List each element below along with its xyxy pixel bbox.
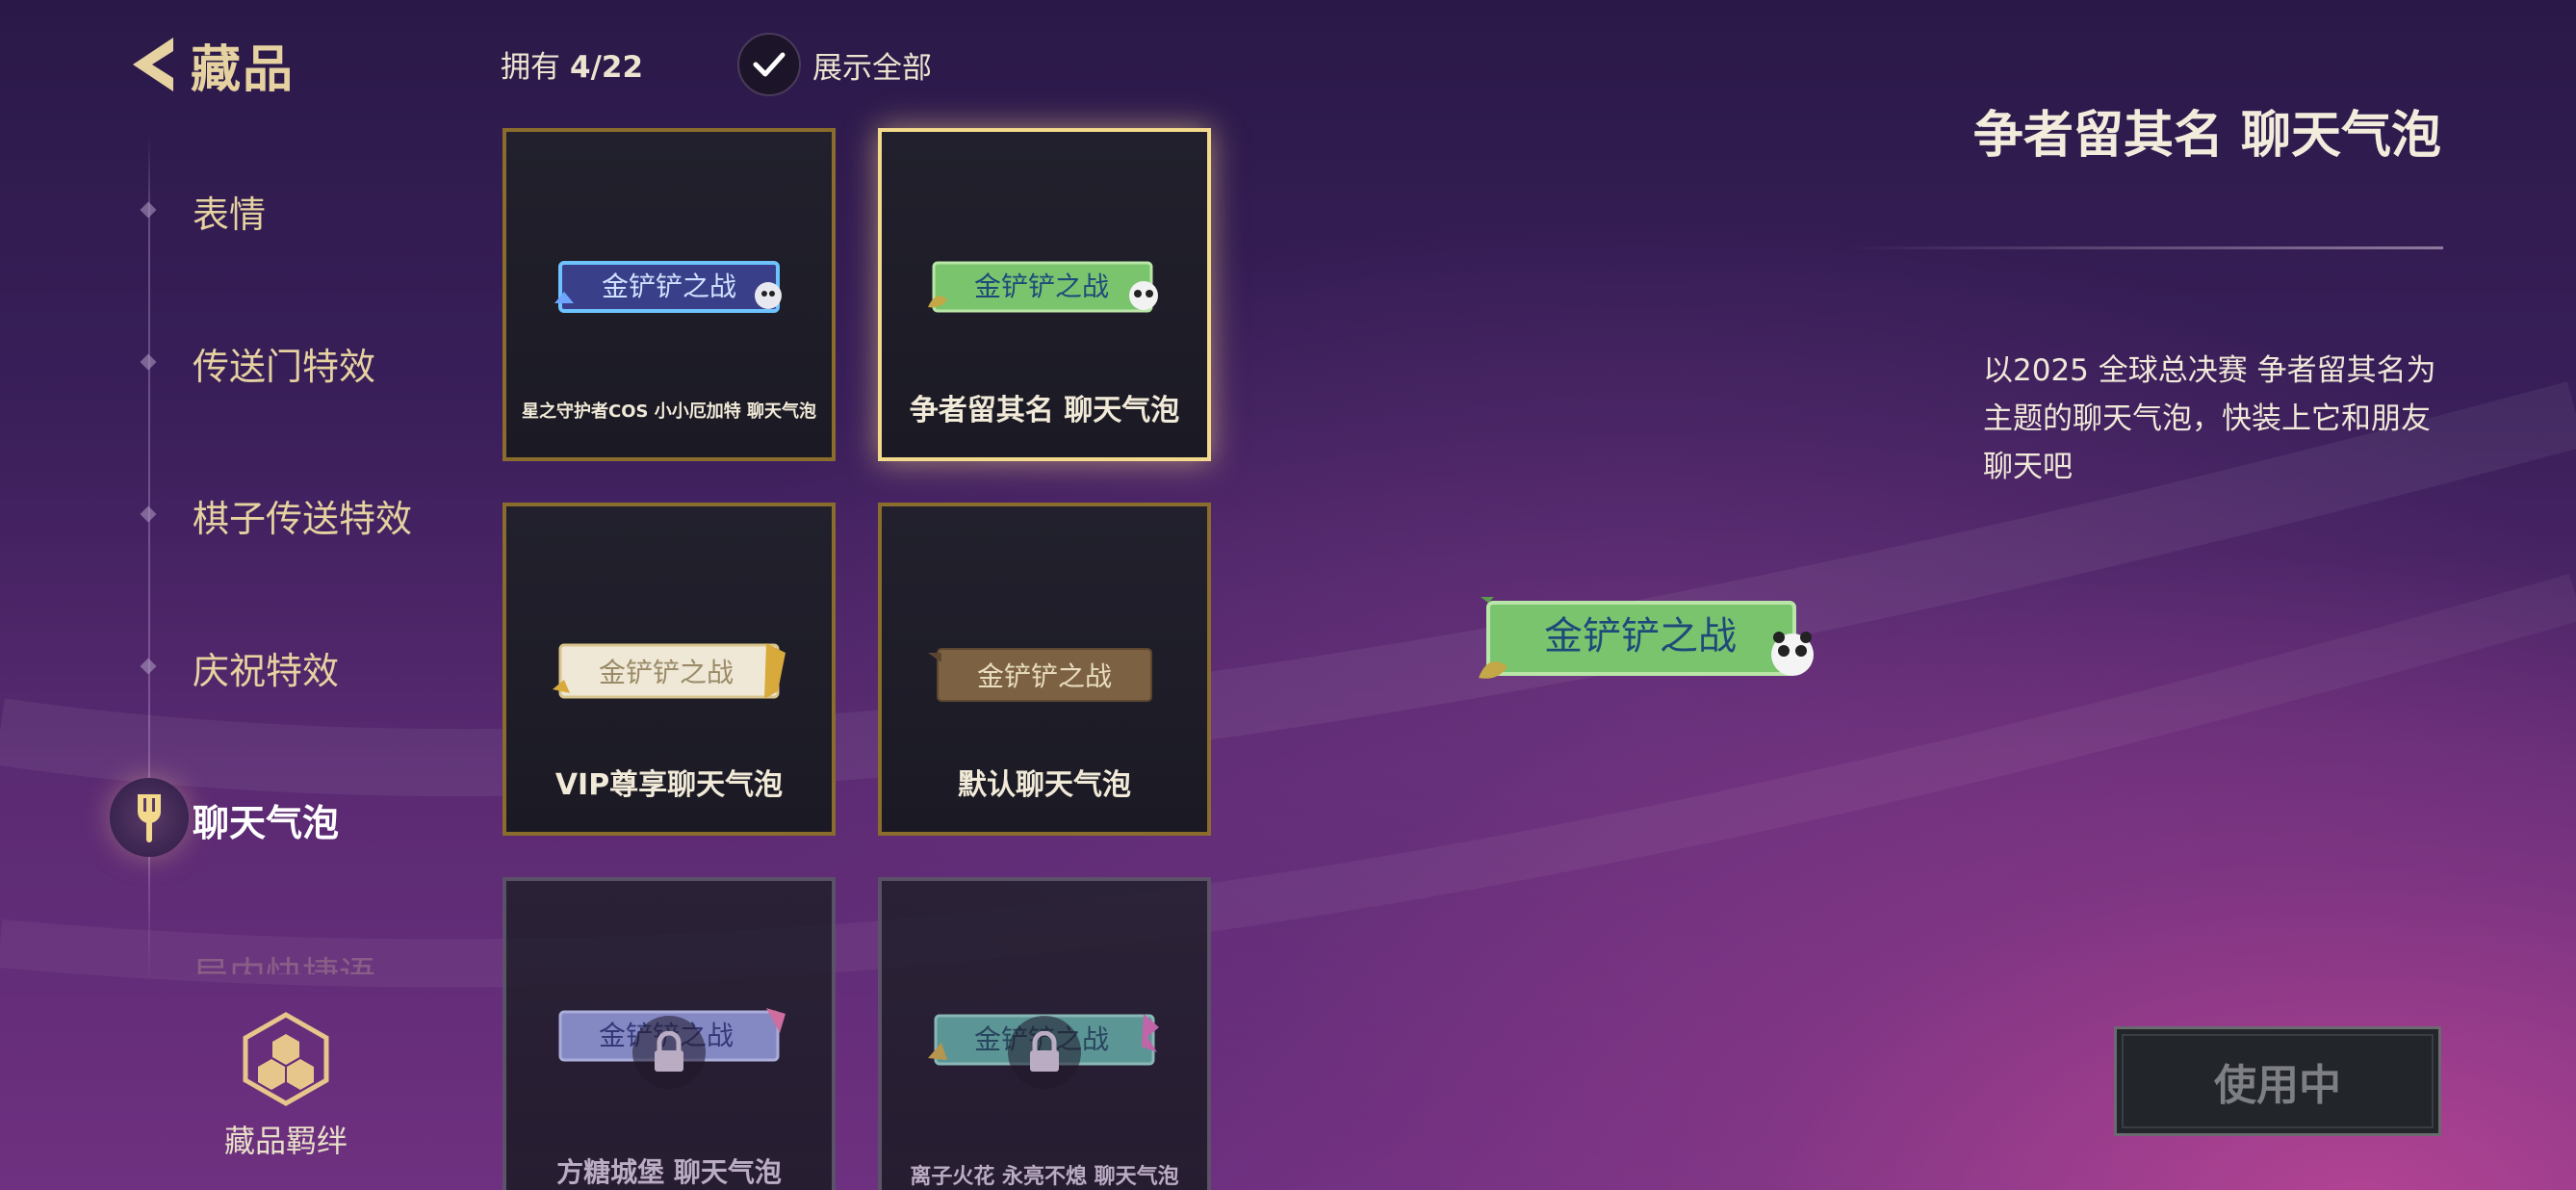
chat-bubble-card[interactable]: 金铲铲之战 星之守护者COS 小小厄加特 聊天气泡 <box>502 128 836 461</box>
sidebar-item-chat-bubbles[interactable]: 聊天气泡 <box>193 793 339 846</box>
nav-dot-icon <box>140 201 157 219</box>
detail-divider <box>1848 246 2443 249</box>
chat-bubble-card[interactable]: 金铲铲之战 VIP尊享聊天气泡 <box>502 503 836 836</box>
owned-count: 4/22 <box>570 50 644 85</box>
page-title: 藏品 <box>191 40 296 99</box>
lock-icon <box>655 1031 683 1072</box>
chat-bubble-thumbnail: 金铲铲之战 <box>928 261 1158 313</box>
sidebar-item-emotes[interactable]: 表情 <box>193 185 266 238</box>
collection-bond-button[interactable]: 藏品羁绊 <box>214 1011 358 1161</box>
in-use-button[interactable]: 使用中 <box>2114 1026 2441 1136</box>
sidebar-item-celebration-effects[interactable]: 庆祝特效 <box>193 641 339 694</box>
owned-counter: 拥有 4/22 <box>501 42 643 86</box>
checkbox[interactable] <box>737 33 801 96</box>
collection-bond-label: 藏品羁绊 <box>223 1123 348 1159</box>
honeycomb-icon <box>243 1012 329 1106</box>
checkmark-icon <box>753 52 786 77</box>
sidebar-active-marker <box>110 778 189 857</box>
chat-bubble-thumbnail: 金铲铲之战 <box>553 643 786 699</box>
bubble-text: 金铲铲之战 <box>974 271 1109 302</box>
chat-bubble-card-locked[interactable]: 金铲铲之战 方糖城堡 聊天气泡 <box>502 877 836 1190</box>
chat-bubble-thumbnail: 金铲铲之战 <box>554 261 782 313</box>
show-all-label: 展示全部 <box>812 50 932 86</box>
detail-title: 争者留其名 聊天气泡 <box>1972 107 2441 165</box>
bubble-text: 金铲铲之战 <box>602 271 736 302</box>
chat-bubble-card[interactable]: 金铲铲之战 默认聊天气泡 <box>878 503 1211 836</box>
sidebar-item-piece-teleport-effects[interactable]: 棋子传送特效 <box>193 489 412 542</box>
background-swoosh <box>0 381 2576 988</box>
lock-badge <box>632 1016 706 1089</box>
card-name: 星之守护者COS 小小厄加特 聊天气泡 <box>521 401 816 422</box>
card-name: 默认聊天气泡 <box>958 768 1131 802</box>
preview-bubble-text: 金铲铲之战 <box>1544 614 1737 659</box>
chat-bubble-preview: 金铲铲之战 <box>1479 597 1814 679</box>
chevron-left-icon <box>133 38 173 91</box>
chat-bubble-card-locked[interactable]: 金铲铲之战 离子火花 永亮不熄 聊天气泡 <box>878 877 1211 1190</box>
owned-label: 拥有 <box>501 50 560 85</box>
card-name: 离子火花 永亮不熄 聊天气泡 <box>910 1165 1179 1189</box>
chat-bubble-thumbnail: 金铲铲之战 <box>928 648 1152 702</box>
lock-icon <box>1030 1031 1059 1072</box>
card-name: VIP尊享聊天气泡 <box>554 768 784 802</box>
sidebar-item-quick-chat[interactable]: 局内快捷语 <box>193 945 375 974</box>
back-button[interactable]: 藏品 <box>119 31 296 99</box>
lock-badge <box>1008 1016 1081 1089</box>
spatula-icon <box>138 794 161 842</box>
detail-description: 以2025 全球总决赛 争者留其名为主题的聊天气泡，快装上它和朋友聊天吧 <box>1983 353 2436 484</box>
show-all-toggle[interactable]: 展示全部 <box>737 33 932 96</box>
nav-dot-icon <box>140 505 157 523</box>
bubble-text: 金铲铲之战 <box>977 660 1112 692</box>
bubble-text: 金铲铲之战 <box>599 657 734 688</box>
sidebar-item-portal-effects[interactable]: 传送门特效 <box>193 337 375 390</box>
card-name: 争者留其名 聊天气泡 <box>909 394 1180 427</box>
nav-dot-icon <box>140 353 157 371</box>
chat-bubble-card-selected[interactable]: 金铲铲之战 争者留其名 聊天气泡 <box>878 128 1211 461</box>
nav-dot-icon <box>140 658 157 675</box>
card-name: 方糖城堡 聊天气泡 <box>556 1156 782 1188</box>
